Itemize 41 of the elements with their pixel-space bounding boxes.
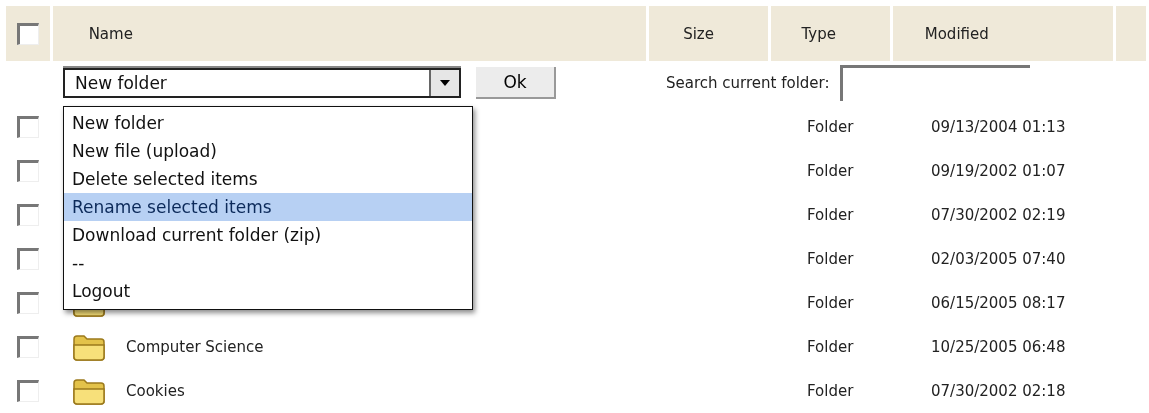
- column-header[interactable]: Size: [649, 6, 769, 61]
- modified-cell: 07/30/2002 02:18: [931, 382, 1066, 400]
- modified-cell: 02/03/2005 07:40: [931, 250, 1066, 268]
- checkbox[interactable]: [17, 292, 39, 314]
- type-cell: Folder: [807, 162, 854, 180]
- modified-cell: 07/30/2002 02:19: [931, 206, 1066, 224]
- type-cell: Folder: [807, 382, 854, 400]
- modified-cell: 09/13/2004 01:13: [931, 118, 1066, 136]
- checkbox[interactable]: [17, 116, 39, 138]
- modified-cell: 06/15/2005 08:17: [931, 294, 1066, 312]
- type-cell: Folder: [807, 250, 854, 268]
- menu-item[interactable]: Delete selected items: [64, 165, 472, 193]
- folder-icon: [72, 377, 106, 405]
- column-header[interactable]: Modified: [892, 6, 1114, 61]
- menu-item[interactable]: --: [64, 249, 472, 277]
- type-cell: Folder: [807, 338, 854, 356]
- search-label: Search current folder:: [666, 74, 830, 92]
- action-dropdown[interactable]: New folder: [63, 68, 461, 98]
- checkbox[interactable]: [17, 380, 39, 402]
- menu-item[interactable]: New folder: [64, 109, 472, 137]
- checkbox[interactable]: [17, 336, 39, 358]
- folder-name[interactable]: Computer Science: [126, 338, 264, 356]
- folder-icon: [72, 333, 106, 361]
- checkbox[interactable]: [16, 22, 39, 45]
- menu-item[interactable]: New file (upload): [64, 137, 472, 165]
- modified-cell: 10/25/2005 06:48: [931, 338, 1066, 356]
- column-header[interactable]: Name: [52, 6, 647, 61]
- modified-cell: 09/19/2002 01:07: [931, 162, 1066, 180]
- checkbox[interactable]: [17, 204, 39, 226]
- checkbox[interactable]: [17, 248, 39, 270]
- checkbox[interactable]: [17, 160, 39, 182]
- menu-item[interactable]: Rename selected items: [64, 193, 472, 221]
- menu-item[interactable]: Logout: [64, 277, 472, 305]
- column-header: [1116, 6, 1146, 61]
- column-header[interactable]: Type: [771, 6, 890, 61]
- type-cell: Folder: [807, 206, 854, 224]
- menu-item[interactable]: Download current folder (zip): [64, 221, 472, 249]
- type-cell: Folder: [807, 294, 854, 312]
- type-cell: Folder: [807, 118, 854, 136]
- folder-name[interactable]: Cookies: [126, 382, 185, 400]
- ok-button[interactable]: Ok: [476, 67, 556, 99]
